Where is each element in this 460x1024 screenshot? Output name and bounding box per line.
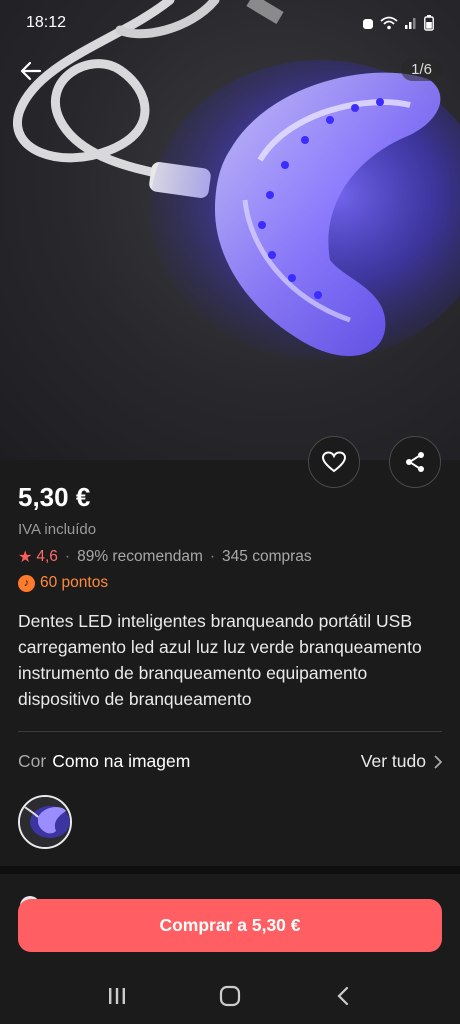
variant-thumbnail[interactable] — [18, 795, 72, 849]
recommend-rate: 89% recomendam — [77, 548, 203, 565]
signal-icon — [405, 18, 416, 29]
favorite-button[interactable] — [308, 436, 360, 488]
rating-value: 4,6 — [36, 548, 58, 565]
section-separator — [0, 866, 460, 874]
home-icon — [219, 985, 241, 1007]
share-button[interactable] — [389, 436, 441, 488]
system-back-button[interactable] — [323, 976, 363, 1016]
chevron-left-icon — [337, 986, 349, 1006]
see-all-link[interactable]: Ver tudo — [361, 751, 442, 772]
buy-button[interactable]: Comprar a 5,30 € — [18, 899, 442, 952]
product-title: Dentes LED inteligentes branqueando port… — [18, 611, 422, 709]
wifi-icon — [380, 16, 398, 30]
variant-label: Cor — [18, 751, 47, 771]
product-price: 5,30 € — [18, 482, 91, 512]
star-icon: ★ — [18, 549, 33, 566]
divider — [18, 731, 442, 732]
variant-row[interactable]: Cor Como na imagem Ver tudo — [18, 751, 442, 772]
arrow-left-icon — [20, 61, 42, 81]
points-row[interactable]: ♪ 60 pontos — [18, 574, 108, 592]
status-bar: 18:12 — [0, 0, 460, 46]
alarm-icon — [363, 19, 373, 29]
battery-icon — [424, 15, 434, 31]
chevron-right-icon — [434, 754, 442, 769]
heart-icon — [322, 451, 346, 473]
rating-row[interactable]: ★ 4,6 · 89% recomendam · 345 compras — [18, 547, 312, 567]
variant-value: Como na imagem — [52, 751, 191, 771]
recent-apps-icon — [108, 988, 125, 1004]
status-time: 18:12 — [26, 14, 67, 31]
home-button[interactable] — [210, 976, 250, 1016]
vat-note: IVA incluído — [18, 521, 97, 538]
purchase-count: 345 compras — [222, 548, 312, 565]
variant-thumbnail-image — [20, 797, 70, 847]
product-image-gallery[interactable]: 1/6 — [0, 0, 460, 460]
coin-icon: ♪ — [18, 574, 35, 592]
system-navigation-bar — [0, 968, 460, 1024]
points-value: 60 pontos — [40, 574, 109, 591]
recent-apps-button[interactable] — [97, 976, 137, 1016]
product-image — [13, 0, 460, 360]
back-button[interactable] — [14, 54, 48, 88]
image-counter: 1/6 — [401, 58, 442, 81]
share-icon — [406, 452, 424, 472]
see-all-label: Ver tudo — [360, 751, 426, 771]
